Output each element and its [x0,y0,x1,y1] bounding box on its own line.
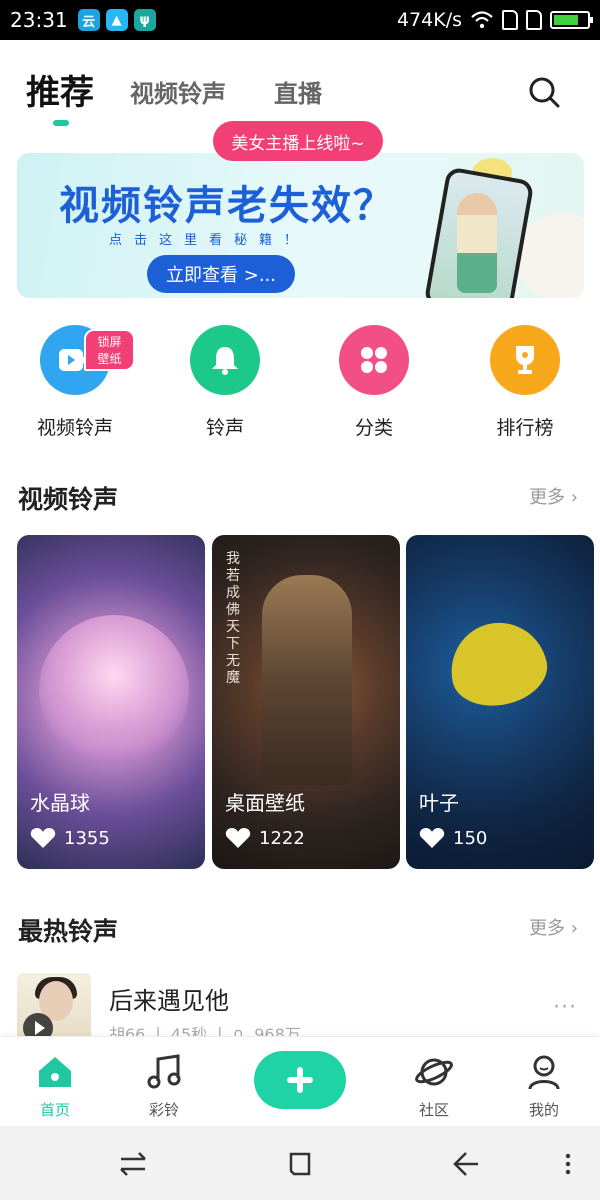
music-icon [147,1054,181,1089]
warrior-thumbnail [262,575,352,785]
trophy-icon [490,325,560,395]
song-title: 后来遇见他 [109,987,229,1015]
person-illustration [457,193,497,293]
user-icon [528,1055,560,1090]
chevron-right-icon: › [570,918,578,939]
add-button[interactable] [254,1051,346,1109]
quick-menu: 锁屏壁纸 视频铃声 铃声 分类 排行榜 [0,325,600,445]
sim-icon [526,10,542,30]
more-label: 更多 [529,487,566,508]
heart-icon [30,828,56,848]
bottom-nav: 首页 彩铃 社区 我的 [0,1036,600,1126]
banner-subtitle: 点击这里看秘籍！ [109,233,310,248]
top-tab-bar: 推荐 视频铃声 直播 [0,40,600,130]
banner-view-button[interactable]: 立即查看 >... [147,255,295,293]
sim-icon [502,10,518,30]
nav-label: 首页 [39,1101,70,1119]
live-promo-pill[interactable]: 美女主播上线啦~ [213,121,383,161]
tab-live[interactable]: 直播 [274,74,322,109]
home-icon [39,1057,71,1087]
usb-icon: ψ [133,9,156,31]
video-card-likes: 1222 [225,827,305,849]
likes-count: 1222 [259,827,305,849]
song-cover [17,973,91,1043]
banner-title: 视频铃声老失效？ [59,183,395,229]
nav-label: 社区 [418,1101,449,1119]
status-time: 23:31 [10,8,68,32]
quick-item-ringtone[interactable]: 铃声 [165,325,285,440]
wallpaper-badge: 锁屏壁纸 [84,329,135,371]
banner-decoration [517,213,584,298]
back-icon[interactable] [448,1146,484,1182]
video-card-title: 叶子 [419,791,459,815]
plus-icon [287,1067,313,1093]
video-card-title: 桌面壁纸 [225,791,305,815]
nav-label: 我的 [528,1101,559,1119]
planet-icon [415,1058,453,1086]
network-speed: 474K/s [396,9,462,31]
system-nav-bar [0,1126,600,1200]
chevron-right-icon: › [570,487,578,508]
nav-profile[interactable]: 我的 [504,1053,584,1120]
video-card[interactable]: 叶子 150 [406,535,594,869]
video-section-title: 视频铃声 [18,485,119,514]
heart-icon [225,828,251,848]
likes-count: 150 [453,827,488,849]
battery-level [554,15,578,25]
app-notification-icon: ▲ [105,9,128,31]
quick-item-ranking[interactable]: 排行榜 [465,325,585,440]
quick-item-label: 分类 [354,417,393,439]
likes-count: 1355 [64,827,110,849]
battery-icon [550,11,593,29]
heart-icon [419,828,445,848]
grid-icon [339,325,409,395]
video-card[interactable]: 我若成佛天下无魔 桌面壁纸 1222 [212,535,400,869]
video-card-likes: 1355 [30,827,110,849]
switch-icon[interactable] [115,1146,151,1182]
quick-item-label: 视频铃声 [36,417,113,439]
quick-item-video-ringtone[interactable]: 锁屏壁纸 视频铃声 [15,325,135,440]
hot-section-title: 最热铃声 [18,917,119,946]
app-notification-icon: 云 [77,9,100,31]
video-card-likes: 150 [419,827,487,849]
song-list-item[interactable]: 后来遇见他 胡66 | 45秒 | ∩ 968万 ··· [17,973,587,1044]
more-label: 更多 [529,918,566,939]
menu-icon[interactable] [550,1146,586,1182]
promo-banner[interactable]: 视频铃声老失效？ 点击这里看秘籍！ 立即查看 >... [17,153,584,298]
quick-item-category[interactable]: 分类 [314,325,434,440]
more-options-icon[interactable]: ··· [553,995,577,1020]
search-icon[interactable] [524,72,564,112]
nav-ringback[interactable]: 彩铃 [124,1053,204,1120]
tab-video-ringtone[interactable]: 视频铃声 [130,74,226,109]
hot-section-more[interactable]: 更多 › [529,914,578,940]
quick-item-label: 铃声 [205,417,244,439]
recents-icon[interactable] [282,1146,318,1182]
nav-community[interactable]: 社区 [394,1053,474,1120]
leaf-thumbnail [442,613,554,715]
quick-item-label: 排行榜 [496,417,554,439]
calligraphy-text: 我若成佛天下无魔 [226,551,240,686]
tab-recommend[interactable]: 推荐 [26,65,94,114]
video-card-title: 水晶球 [30,791,90,815]
wifi-icon [471,11,493,29]
status-bar: 23:31 云 ▲ ψ 474K/s [0,0,600,40]
nav-label: 彩铃 [148,1101,179,1119]
video-card[interactable]: 水晶球 1355 [17,535,205,869]
tab-indicator [53,120,69,126]
nav-home[interactable]: 首页 [15,1053,95,1120]
video-section-more[interactable]: 更多 › [529,483,578,509]
bell-icon [190,325,260,395]
crystal-ball-thumbnail [39,615,189,765]
